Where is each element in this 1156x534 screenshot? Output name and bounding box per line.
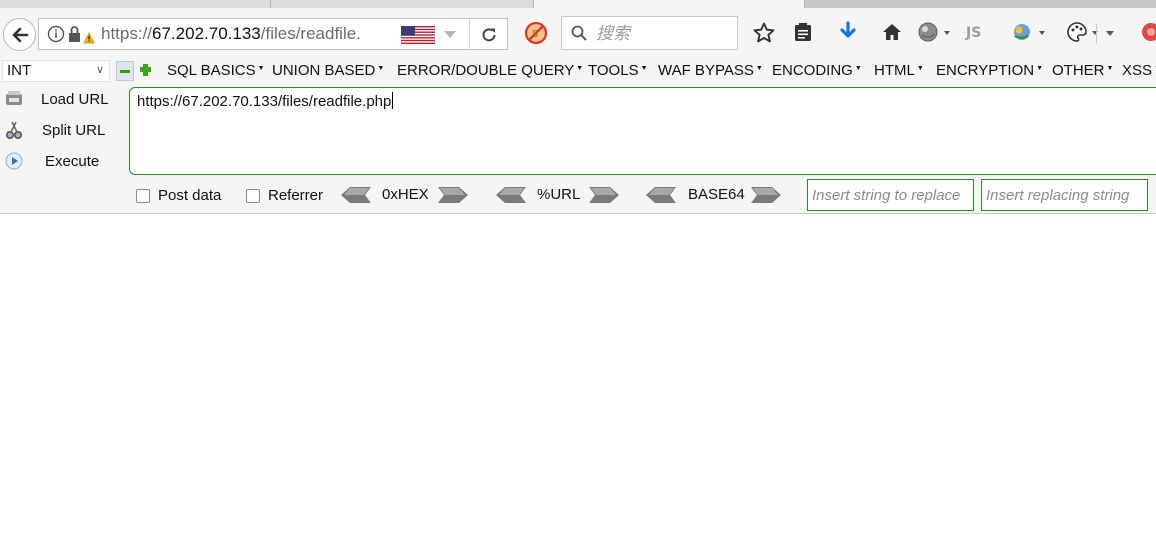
menu-error-double-query[interactable]: ERROR/DOUBLE QUERY ▼ [397, 62, 583, 79]
menu-encoding[interactable]: ENCODING ▼ [772, 62, 862, 79]
arrow-left-icon [12, 27, 29, 43]
menu-union-based[interactable]: UNION BASED ▼ [272, 62, 384, 79]
menu-waf-bypass[interactable]: WAF BYPASS ▼ [658, 62, 763, 79]
reading-list-icon[interactable] [792, 21, 814, 43]
chevron-down-icon: ∨ [95, 64, 104, 76]
search-icon [571, 25, 587, 41]
svg-text:S: S [532, 29, 538, 40]
info-icon[interactable] [47, 25, 65, 43]
type-select[interactable]: INT ∨ [2, 60, 110, 82]
menu-encryption[interactable]: ENCRYPTION ▼ [936, 62, 1043, 79]
insecure-lock-icon[interactable] [67, 25, 97, 45]
svg-text:JS: JS [965, 25, 981, 41]
overflow-menu-icon[interactable] [1104, 21, 1118, 43]
url-encode-label: %URL [537, 186, 581, 203]
hackbar-toolbar: INT ∨ SQL BASICS ▼ UNION BASED ▼ ERROR/DOU… [0, 58, 1156, 85]
text-caret [392, 92, 394, 109]
url-decode-arrow-icon[interactable] [496, 187, 526, 203]
download-icon[interactable] [837, 21, 859, 43]
tab[interactable] [0, 0, 271, 8]
increase-button[interactable] [139, 63, 153, 77]
menu-other[interactable]: OTHER ▼ [1052, 62, 1113, 79]
javascript-toggle-icon[interactable]: JS [964, 21, 990, 43]
execute-button[interactable]: Execute [0, 148, 120, 174]
load-url-label: Load URL [41, 90, 109, 108]
base64-label: BASE64 [688, 186, 745, 203]
us-flag-icon[interactable] [401, 26, 435, 44]
search-input[interactable] [594, 21, 733, 47]
split-url-label: Split URL [42, 121, 106, 139]
referrer-label: Referrer [268, 187, 324, 204]
replace-string-input[interactable] [812, 186, 969, 204]
noscript-icon[interactable]: S [524, 21, 548, 45]
reload-button[interactable] [469, 19, 508, 49]
user-agent-switcher-icon[interactable] [1010, 21, 1050, 43]
menu-tools[interactable]: TOOLS ▼ [588, 62, 648, 79]
menu-xss[interactable]: XSS▼ [1122, 62, 1156, 79]
bookmark-star-icon[interactable] [752, 21, 776, 45]
menu-html[interactable]: HTML ▼ [874, 62, 924, 79]
dropdown-arrow-icon[interactable] [443, 27, 457, 41]
replacing-string-field[interactable] [981, 179, 1148, 211]
replace-string-field[interactable] [807, 179, 974, 211]
replacing-string-input[interactable] [986, 186, 1143, 204]
home-icon[interactable] [881, 21, 903, 43]
hex-label: 0xHEX [382, 186, 429, 203]
tab-strip [0, 0, 1156, 8]
base64-encode-arrow-icon[interactable] [751, 187, 781, 203]
referrer-checkbox[interactable]: Referrer [246, 187, 323, 204]
load-url-icon [6, 91, 22, 105]
play-icon [5, 152, 23, 170]
tab[interactable] [271, 0, 534, 8]
base64-decode-arrow-icon[interactable] [646, 187, 676, 203]
search-bar[interactable] [561, 16, 738, 50]
load-url-button[interactable]: Load URL [0, 86, 120, 112]
address-bar[interactable]: https://67.202.70.133/files/readfile. [38, 18, 508, 50]
scissors-icon [5, 121, 23, 140]
checkbox-box[interactable] [136, 188, 150, 203]
split-url-button[interactable]: Split URL [0, 117, 120, 143]
back-button[interactable] [3, 18, 36, 51]
divider [0, 213, 1156, 214]
checkbox-box[interactable] [246, 188, 260, 203]
post-data-label: Post data [158, 187, 222, 204]
url-textarea[interactable]: https://67.202.70.133/files/readfile.php [129, 87, 1156, 175]
url-encode-arrow-icon[interactable] [589, 187, 619, 203]
post-data-checkbox[interactable]: Post data [136, 187, 221, 204]
globe-menu-icon[interactable] [917, 21, 953, 43]
navigation-bar: https://67.202.70.133/files/readfile. S [0, 8, 1156, 58]
tab-active[interactable] [534, 0, 805, 8]
toolbar-separator [1096, 24, 1097, 44]
url-textarea-value: https://67.202.70.133/files/readfile.php [137, 93, 392, 110]
reload-icon [482, 28, 496, 42]
minus-icon [120, 70, 130, 73]
type-select-value: INT [7, 62, 32, 79]
menu-sql-basics[interactable]: SQL BASICS ▼ [167, 62, 265, 79]
hex-decode-arrow-icon[interactable] [341, 187, 371, 203]
hex-encode-arrow-icon[interactable] [438, 187, 468, 203]
execute-label: Execute [45, 152, 100, 170]
red-extension-icon[interactable] [1139, 21, 1156, 43]
address-text[interactable]: https://67.202.70.133/files/readfile. [101, 24, 361, 44]
decrease-button[interactable] [116, 61, 134, 81]
